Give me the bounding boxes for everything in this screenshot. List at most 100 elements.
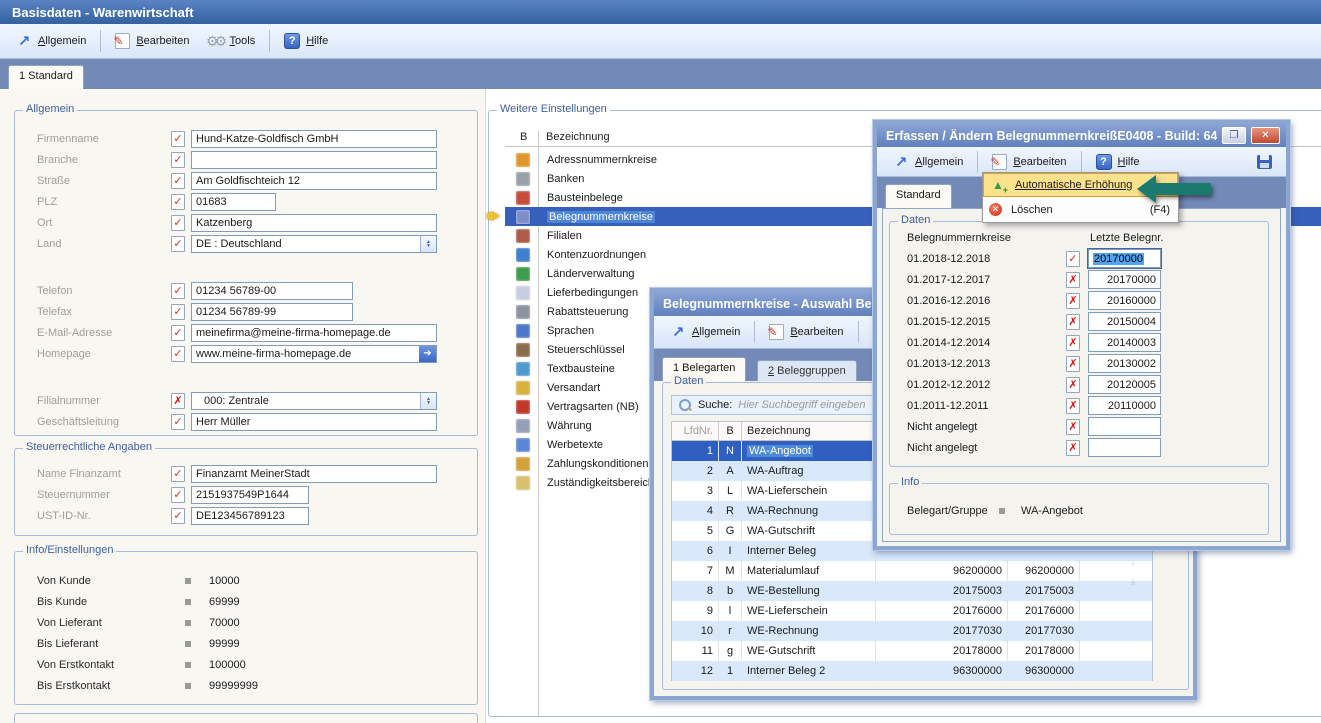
strasse-field[interactable]: Am Goldfischteich 12 [191,172,437,190]
column-header-nummernkreise: Belegnummernkreise [907,232,1074,244]
tab-standard[interactable]: 1 Standard [8,65,84,89]
letzte-belegnr-field[interactable] [1088,438,1161,457]
plz-field[interactable]: 01683 [191,193,276,211]
maximize-button[interactable]: ❐ [1222,127,1246,144]
field-row-ustid: UST-ID-Nr. ✓ DE123456789123 [15,505,477,526]
table-row[interactable]: 8bWE-Bestellung2017500320175003 [672,581,1152,601]
x-icon[interactable]: ✗ [1066,314,1080,330]
move-bottom-icon[interactable]: ⤓ [1131,576,1135,587]
letzte-belegnr-field[interactable] [1088,417,1161,436]
spinner-buttons[interactable]: ▲▼ [420,236,436,252]
telefax-field[interactable]: 01234 56789-99 [191,303,353,321]
allgemein-menu-button[interactable]: ↗ Allgemein [8,29,94,53]
bearbeiten-menu-button[interactable]: Bearbeiten [107,29,197,53]
homepage-field[interactable]: www.meine-firma-homepage.de ➔ [191,345,437,363]
bearbeiten-menu-button[interactable]: Bearbeiten [984,150,1074,174]
field-row-geschaeftsleitung: Geschäftsleitung ✓ Herr Müller [15,411,477,432]
x-icon[interactable]: ✗ [1066,356,1080,372]
check-icon[interactable]: ✓ [171,487,185,503]
table-row[interactable]: 121Interner Beleg 29630000096300000 [672,661,1152,681]
letzte-belegnr-field[interactable]: 20120005 [1088,375,1161,394]
ort-field[interactable]: Katzenberg [191,214,437,232]
column-header-b[interactable]: B [520,131,527,143]
x-icon[interactable]: ✗ [1066,335,1080,351]
save-icon[interactable] [1257,155,1272,169]
steuernummer-field[interactable]: 2151937549P1644 [191,486,309,504]
settings-item-label: Steuerschlüssel [547,344,625,356]
x-icon[interactable]: ✗ [1066,419,1080,435]
settings-item-label: Vertragsarten (NB) [547,401,639,413]
letzte-belegnr-field[interactable]: 20110000 [1088,396,1161,415]
tab-beleggruppen[interactable]: 2 Beleggruppen [757,360,857,381]
field-row-telefon: Telefon ✓ 01234 56789-00 [15,280,477,301]
letzte-belegnr-field[interactable]: 20140003 [1088,333,1161,352]
check-icon[interactable]: ✓ [1066,251,1080,267]
groupbox-title: Allgemein [23,103,77,115]
ustid-field[interactable]: DE123456789123 [191,507,309,525]
erfassen-dialog-titlebar[interactable]: Erfassen / Ändern BelegnummernkreißE0408… [877,124,1286,147]
tax-key-icon [516,343,530,357]
branche-field[interactable] [191,151,437,169]
settings-item-label: Bausteinbelege [547,192,623,204]
search-input[interactable]: Hier Suchbegriff eingeben [738,399,865,411]
check-icon[interactable]: ✓ [171,304,185,320]
letzte-belegnr-field[interactable]: 20130002 [1088,354,1161,373]
x-icon[interactable]: ✗ [1066,293,1080,309]
erfassen-tab-panel: Daten Belegnummernkreise Letzte Belegnr.… [882,208,1281,542]
groupbox-title: Weitere Einstellungen [497,103,610,115]
close-button[interactable]: ✕ [1251,127,1280,144]
x-icon[interactable]: ✗ [1066,377,1080,393]
check-icon[interactable]: ✓ [171,173,185,189]
check-icon[interactable]: ✓ [171,131,185,147]
telefon-field[interactable]: 01234 56789-00 [191,282,353,300]
check-icon[interactable]: ✓ [171,508,185,524]
settings-item-label: Kontenzuordnungen [547,249,646,261]
tab-standard[interactable]: Standard [885,184,952,208]
x-icon[interactable]: ✗ [1066,398,1080,414]
arrow-ne-icon: ↗ [893,154,909,170]
check-icon[interactable]: ✓ [171,283,185,299]
nummernkreis-row: Nicht angelegt✗ [890,437,1268,458]
nummernkreis-row: 01.2013-12.2013✗20130002 [890,353,1268,374]
check-icon[interactable]: ✓ [171,346,185,362]
check-icon[interactable]: ✓ [171,236,185,252]
allgemein-menu-button[interactable]: ↗ Allgemein [885,150,971,174]
column-header-bezeichnung[interactable]: Bezeichnung [546,131,610,143]
x-icon[interactable]: ✗ [171,393,185,409]
check-icon[interactable]: ✓ [171,414,185,430]
email-field[interactable]: meinefirma@meine-firma-homepage.de [191,324,437,342]
finanzamt-field[interactable]: Finanzamt MeinerStadt [191,465,437,483]
table-row[interactable]: 9lWE-Lieferschein2017600020176000 [672,601,1152,621]
table-row[interactable]: 10rWE-Rechnung2017703020177030 [672,621,1152,641]
hilfe-menu-button[interactable]: ? Hilfe [1088,150,1148,174]
check-icon[interactable]: ✓ [171,466,185,482]
table-row[interactable]: 11gWE-Gutschrift2017800020178000 [672,641,1152,661]
letzte-belegnr-field[interactable]: 20160000 [1088,291,1161,310]
letzte-belegnr-field[interactable]: 20170000 [1088,270,1161,289]
check-icon[interactable]: ✓ [171,194,185,210]
tools-menu-button[interactable]: ⚙⚙ Tools [198,29,264,53]
hilfe-menu-button[interactable]: ? Hilfe [276,29,336,53]
settings-item-label: Zuständigkeitsbereiche [547,477,660,489]
firmenname-field[interactable]: Hund-Katze-Goldfisch GmbH [191,130,437,148]
toolbar-separator [977,151,978,173]
geschaeftsleitung-field[interactable]: Herr Müller [191,413,437,431]
bearbeiten-menu-button[interactable]: Bearbeiten [761,320,851,344]
check-icon[interactable]: ✓ [171,215,185,231]
check-icon[interactable]: ✓ [171,325,185,341]
table-row[interactable]: 7MMaterialumlauf9620000096200000 [672,561,1152,581]
info-row: Belegart/Gruppe WA-Angebot [890,500,1268,521]
letzte-belegnr-field[interactable]: 20150004 [1088,312,1161,331]
open-homepage-button[interactable]: ➔ [419,346,436,362]
x-icon[interactable]: ✗ [1066,440,1080,456]
filialnummer-select[interactable]: 000: Zentrale ▲▼ [191,392,437,410]
check-icon[interactable]: ✓ [171,152,185,168]
allgemein-menu-button[interactable]: ↗ Allgemein [662,320,748,344]
letzte-belegnr-field[interactable]: 20170000 [1088,249,1161,268]
info-row: Bis Kunde 69999 [15,591,477,612]
land-select[interactable]: DE : Deutschland ▲▼ [191,235,437,253]
move-down-icon[interactable]: ↓ [1131,557,1136,568]
x-icon[interactable]: ✗ [1066,272,1080,288]
spinner-buttons[interactable]: ▲▼ [420,393,436,409]
info-value: 99999999 [209,680,258,692]
